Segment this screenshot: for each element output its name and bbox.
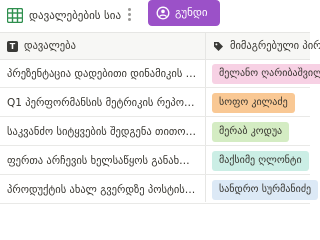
tag-property-icon: [214, 42, 223, 51]
group-icon: [156, 6, 170, 20]
assignee-tag[interactable]: მაქსიმე ღლონტი: [212, 151, 309, 171]
table-row[interactable]: პროდუქტის ახალ გვერდზე პოსტის დაწერა სან…: [0, 176, 319, 204]
view-toolbar: დავალებების სია გუნდი: [0, 0, 310, 32]
group-by-tab[interactable]: გუნდი: [148, 0, 220, 26]
assignee-tag[interactable]: მერაბ კოდუა: [212, 122, 290, 142]
task-cell[interactable]: Q1 პერფორმანსის მეტრიკის რეპორტირება: [7, 96, 197, 110]
column-header-task-label: დავალება: [24, 40, 76, 52]
group-by-tab-label: გუნდი: [175, 6, 208, 19]
assignee-tag[interactable]: მელანო ღარიბაშვილი: [212, 64, 320, 84]
assignee-tag[interactable]: სოფო კილაძე: [212, 93, 295, 113]
view-title[interactable]: დავალებების სია: [29, 8, 121, 23]
task-cell[interactable]: პრეზენტაცია დადებითი დინამიკის შესახებ: [7, 67, 197, 81]
column-header-task[interactable]: T დავალება: [0, 33, 205, 59]
task-cell[interactable]: პროდუქტის ახალ გვერდზე პოსტის დაწერა: [7, 183, 197, 197]
table-row[interactable]: საკვანძო სიტყვების შედგენა თითოეული მერა…: [0, 118, 310, 146]
title-property-icon: T: [7, 41, 18, 52]
task-cell[interactable]: საკვანძო სიტყვების შედგენა თითოეული: [7, 125, 197, 139]
column-header-assignee[interactable]: მიმაგრებული პირი: [206, 33, 320, 59]
table-header: T დავალება მიმაგრებული პირი: [0, 33, 320, 60]
table-row[interactable]: Q1 პერფორმანსის მეტრიკის რეპორტირება სოფ…: [0, 89, 310, 117]
assignee-tag[interactable]: სანდრო სურმანიძე: [212, 180, 319, 200]
table-icon: [7, 8, 23, 23]
task-cell[interactable]: ფერთა არჩევის ხელსაწყოს განახლება: [7, 154, 197, 168]
more-vertical-icon[interactable]: [127, 7, 133, 23]
table-row[interactable]: ფერთა არჩევის ხელსაწყოს განახლება მაქსიმ…: [0, 147, 310, 175]
column-header-assignee-label: მიმაგრებული პირი: [230, 40, 320, 52]
table-row[interactable]: პრეზენტაცია დადებითი დინამიკის შესახებ მ…: [0, 60, 320, 88]
